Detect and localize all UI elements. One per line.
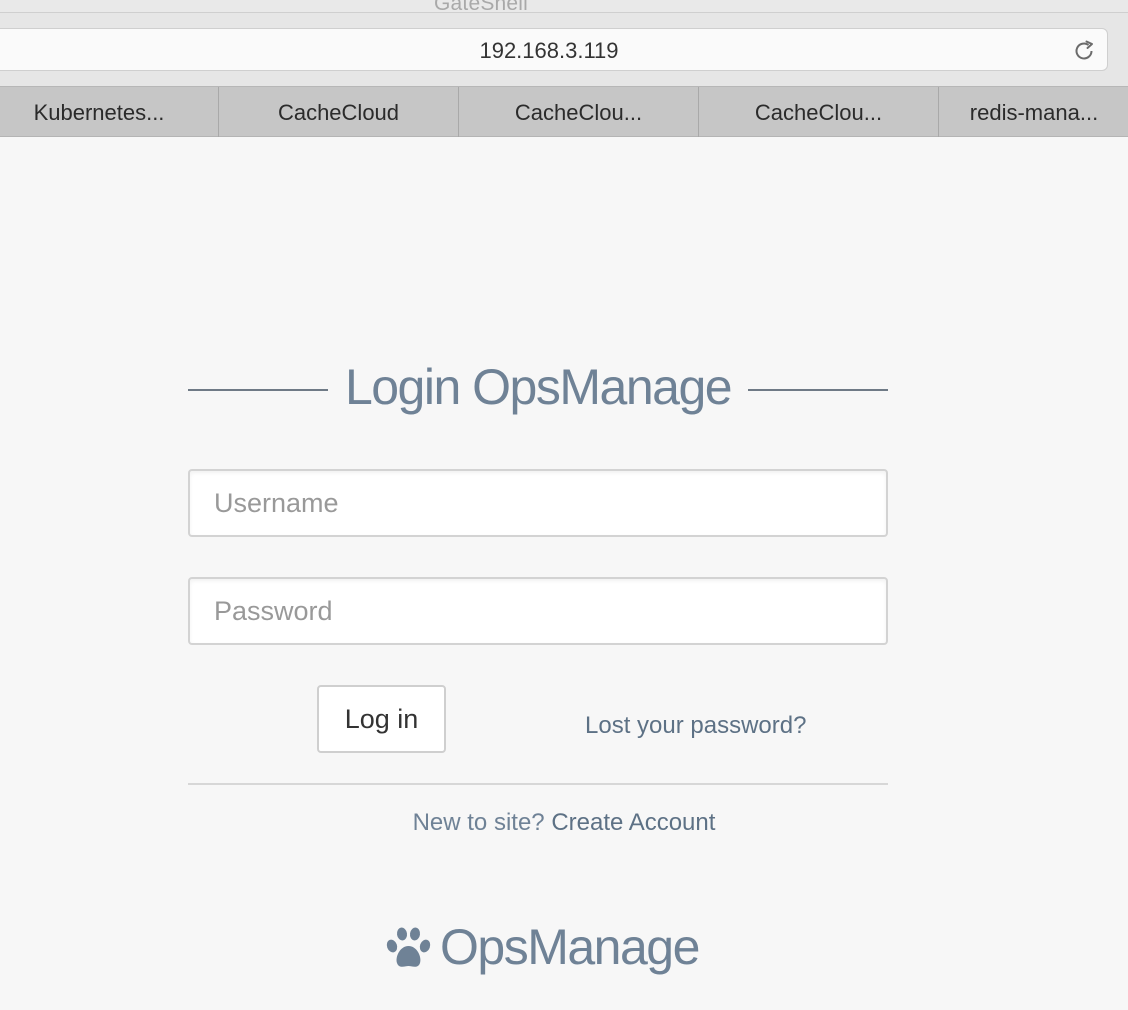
browser-toolbar: 192.168.3.119 — [0, 13, 1128, 86]
divider — [188, 783, 888, 785]
create-account-link[interactable]: Create Account — [551, 809, 715, 836]
tab-bar: Kubernetes... CacheCloud CacheClou... Ca… — [0, 86, 1128, 137]
tab-label: CacheClou... — [514, 100, 643, 125]
brand-name: OpsManage — [440, 919, 700, 975]
lost-password-link[interactable]: Lost your password? — [585, 712, 806, 740]
tab-kubernetes[interactable]: Kubernetes... — [0, 87, 219, 137]
tab-label: CacheCloud — [277, 100, 400, 125]
tab-cachecloud-2[interactable]: CacheClou... — [459, 87, 699, 137]
tab-redis-manager[interactable]: redis-mana... — [939, 87, 1128, 137]
tab-label: CacheClou... — [754, 100, 883, 125]
address-url[interactable]: 192.168.3.119 — [0, 38, 1107, 64]
paw-icon — [386, 927, 431, 967]
window-title: GateShell — [434, 0, 529, 13]
window-titlebar: GateShell — [0, 0, 1128, 13]
reload-icon[interactable] — [1071, 38, 1097, 64]
page-title: Login OpsManage — [344, 359, 733, 415]
password-input[interactable] — [188, 577, 888, 645]
heading-rule-right — [748, 389, 888, 391]
tab-label: Kubernetes... — [33, 100, 165, 125]
login-heading: Login OpsManage — [188, 356, 888, 420]
address-bar[interactable]: 192.168.3.119 — [0, 28, 1108, 71]
username-input[interactable] — [188, 469, 888, 537]
login-button[interactable]: Log in — [317, 685, 446, 753]
tab-cachecloud[interactable]: CacheCloud — [219, 87, 459, 137]
tab-cachecloud-3[interactable]: CacheClou... — [699, 87, 939, 137]
signup-row: New to site? Create Account — [0, 809, 1128, 837]
signup-prefix: New to site? — [412, 809, 545, 836]
tab-label: redis-mana... — [969, 100, 1099, 125]
